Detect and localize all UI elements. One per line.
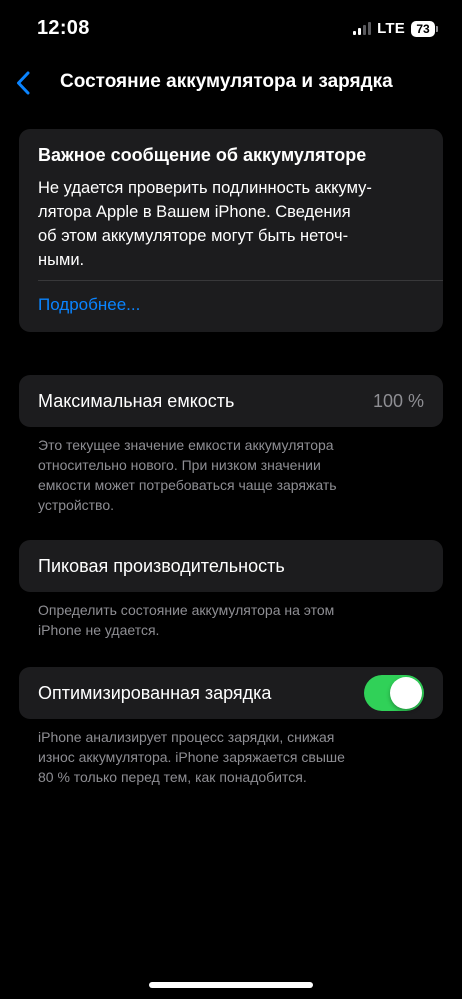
alert-message-line: лятора Apple в Вашем iPhone. Сведения	[38, 203, 351, 221]
optimized-charging-label: Оптимизированная зарядка	[38, 682, 272, 703]
divider	[38, 280, 443, 281]
footnote-line: Определить состояние аккумулятора на это…	[38, 602, 335, 618]
alert-message: Не удается проверить подлинность аккуму-…	[38, 176, 433, 272]
cellular-signal-icon	[353, 22, 372, 35]
chevron-left-icon	[17, 71, 30, 95]
footnote-line: 80 % только перед тем, как понадобится.	[38, 769, 307, 785]
footnote-line: Это текущее значение емкости аккумулятор…	[38, 437, 334, 453]
battery-icon: 73	[411, 20, 438, 37]
toggle-knob	[390, 677, 422, 709]
status-indicators: LTE 73	[353, 20, 438, 37]
peak-performance-row: Пиковая производительность	[19, 540, 443, 592]
alert-message-line: Не удается проверить подлинность аккуму-	[38, 179, 372, 197]
navigation-bar: Состояние аккумулятора и зарядка	[0, 58, 462, 108]
peak-performance-footnote: Определить состояние аккумулятора на это…	[38, 600, 408, 640]
maximum-capacity-footnote: Это текущее значение емкости аккумулятор…	[38, 435, 408, 515]
alert-title: Важное сообщение об аккумуляторе	[38, 145, 367, 165]
status-time: 12:08	[37, 17, 90, 39]
maximum-capacity-row: Максимальная емкость 100 %	[19, 375, 443, 427]
learn-more-link[interactable]: Подробнее...	[38, 295, 140, 315]
home-indicator[interactable]	[149, 982, 313, 988]
maximum-capacity-value: 100 %	[372, 390, 424, 411]
page-title: Состояние аккумулятора и зарядка	[60, 71, 393, 92]
battery-level: 73	[411, 20, 435, 37]
footnote-line: iPhone не удается.	[38, 622, 160, 638]
network-type-label: LTE	[377, 20, 405, 37]
optimized-charging-row: Оптимизированная зарядка	[19, 667, 443, 719]
maximum-capacity-label: Максимальная емкость	[38, 390, 235, 411]
optimized-charging-footnote: iPhone анализирует процесс зарядки, сниж…	[38, 727, 408, 787]
alert-message-line: ными.	[38, 251, 85, 269]
footnote-line: емкости может потребоваться чаще заряжат…	[38, 477, 337, 493]
battery-alert-card: Важное сообщение об аккумуляторе Не удае…	[19, 129, 443, 332]
status-bar: 12:08 LTE 73	[0, 0, 462, 58]
footnote-line: относительно нового. При низком значении	[38, 457, 321, 473]
back-button[interactable]	[6, 66, 40, 100]
footnote-line: iPhone анализирует процесс зарядки, сниж…	[38, 729, 335, 745]
footnote-line: износ аккумулятора. iPhone заряжается св…	[38, 749, 345, 765]
optimized-charging-toggle[interactable]	[364, 675, 424, 711]
alert-message-line: об этом аккумуляторе могут быть неточ-	[38, 227, 349, 245]
footnote-line: устройство.	[38, 497, 115, 513]
peak-performance-label: Пиковая производительность	[38, 555, 285, 576]
